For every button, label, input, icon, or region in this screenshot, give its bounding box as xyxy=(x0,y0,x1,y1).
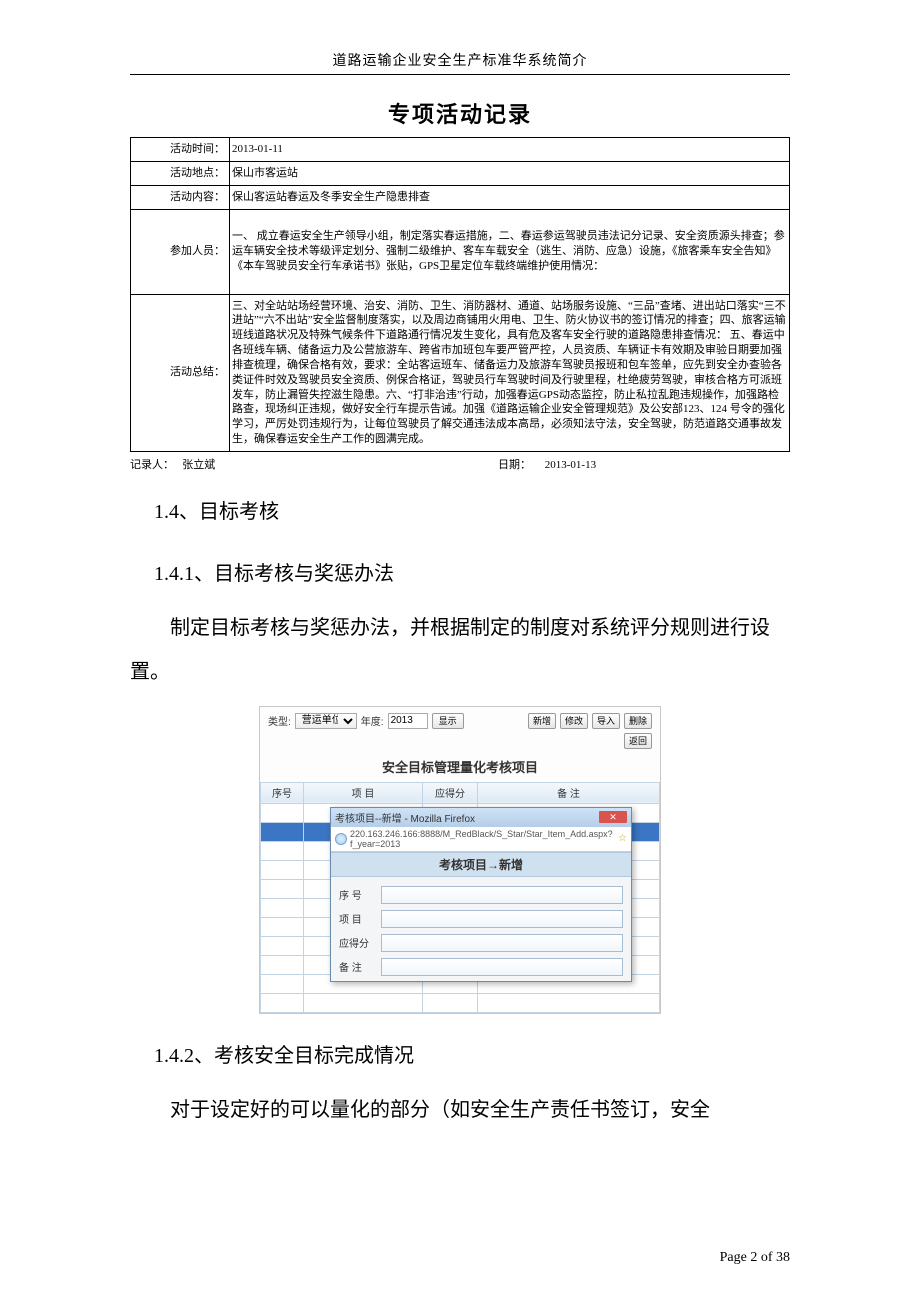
record-date-value: 2013-01-13 xyxy=(545,459,596,471)
heading-1-4: 1.4、目标考核 xyxy=(154,490,790,534)
delete-button[interactable]: 删除 xyxy=(624,713,652,729)
heading-1-4-1: 1.4.1、目标考核与奖惩办法 xyxy=(154,552,790,596)
add-item-dialog: 考核项目--新增 - Mozilla Firefox ✕ 220.163.246… xyxy=(330,807,632,982)
field-remark-input[interactable] xyxy=(381,958,623,976)
record-footer: 记录人： 张立斌 日期： 2013-01-13 xyxy=(130,456,790,472)
back-button[interactable]: 返回 xyxy=(624,733,652,749)
col-score: 应得分 xyxy=(423,782,478,803)
dialog-window-title: 考核项目--新增 - Mozilla Firefox xyxy=(335,810,475,825)
row-place-label: 活动地点： xyxy=(131,161,230,185)
record-date-label: 日期： xyxy=(498,459,531,471)
running-head: 道路运输企业安全生产标准华系统简介 xyxy=(130,50,790,70)
field-no-label: 序 号 xyxy=(339,887,381,902)
dialog-body-title: 考核项目→新增 xyxy=(331,852,631,877)
recorder-value: 张立斌 xyxy=(182,459,215,471)
dialog-form: 序 号 项 目 应得分 备 注 xyxy=(331,877,631,981)
edit-button[interactable]: 修改 xyxy=(560,713,588,729)
row-place-value: 保山市客运站 xyxy=(230,161,790,185)
record-title: 专项活动记录 xyxy=(130,97,790,129)
field-no-input[interactable] xyxy=(381,886,623,904)
bookmark-star-icon[interactable]: ☆ xyxy=(618,833,627,844)
globe-icon xyxy=(335,833,347,845)
col-item: 项 目 xyxy=(304,782,423,803)
heading-1-4-2: 1.4.2、考核安全目标完成情况 xyxy=(154,1034,790,1078)
field-score-label: 应得分 xyxy=(339,935,381,950)
dialog-url: 220.163.246.166:8888/M_RedBlack/S_Star/S… xyxy=(350,829,615,849)
row-content-value: 保山客运站春运及冬季安全生产隐患排查 xyxy=(230,185,790,209)
row-content-label: 活动内容： xyxy=(131,185,230,209)
row-time-label: 活动时间： xyxy=(131,138,230,162)
assessment-ui-screenshot: 类型: 营运单位 年度: 显示 新增 修改 导入 删除 返回 安全目标管理量化考… xyxy=(259,706,661,1014)
import-button[interactable]: 导入 xyxy=(592,713,620,729)
year-input[interactable] xyxy=(388,713,428,729)
row-summary-label: 活动总结： xyxy=(131,294,230,451)
row-people-label: 参加人员： xyxy=(131,209,230,294)
assessment-panel-title: 安全目标管理量化考核项目 xyxy=(260,753,660,782)
type-select[interactable]: 营运单位 xyxy=(295,713,357,729)
table-row[interactable] xyxy=(261,993,660,1012)
page-number: Page 2 of 38 xyxy=(720,1250,790,1266)
close-icon[interactable]: ✕ xyxy=(599,811,627,823)
recorder-label: 记录人： xyxy=(130,459,174,471)
row-people-value: 一、 成立春运安全生产领导小组，制定落实春运措施，二、春运参运驾驶员违法记分记录… xyxy=(230,209,790,294)
para-1-4-1: 制定目标考核与奖惩办法，并根据制定的制度对系统评分规则进行设置。 xyxy=(130,606,790,694)
row-summary-value: 三、对全站站场经营环境、治安、消防、卫生、消防器材、通道、站场服务设施、“三品”… xyxy=(230,294,790,451)
row-time-value: 2013-01-11 xyxy=(230,138,790,162)
ui-toolbar: 类型: 营运单位 年度: 显示 新增 修改 导入 删除 xyxy=(260,707,660,733)
col-no: 序号 xyxy=(261,782,304,803)
field-remark-label: 备 注 xyxy=(339,959,381,974)
field-item-label: 项 目 xyxy=(339,911,381,926)
field-score-input[interactable] xyxy=(381,934,623,952)
field-item-input[interactable] xyxy=(381,910,623,928)
new-button[interactable]: 新增 xyxy=(528,713,556,729)
record-table: 活动时间： 2013-01-11 活动地点： 保山市客运站 活动内容： 保山客运… xyxy=(130,137,790,452)
type-label: 类型: xyxy=(268,713,291,728)
year-label: 年度: xyxy=(361,713,384,728)
head-rule xyxy=(130,74,790,75)
col-remark: 备 注 xyxy=(478,782,660,803)
para-1-4-2: 对于设定好的可以量化的部分（如安全生产责任书签订，安全 xyxy=(130,1088,790,1132)
show-button[interactable]: 显示 xyxy=(432,713,464,729)
